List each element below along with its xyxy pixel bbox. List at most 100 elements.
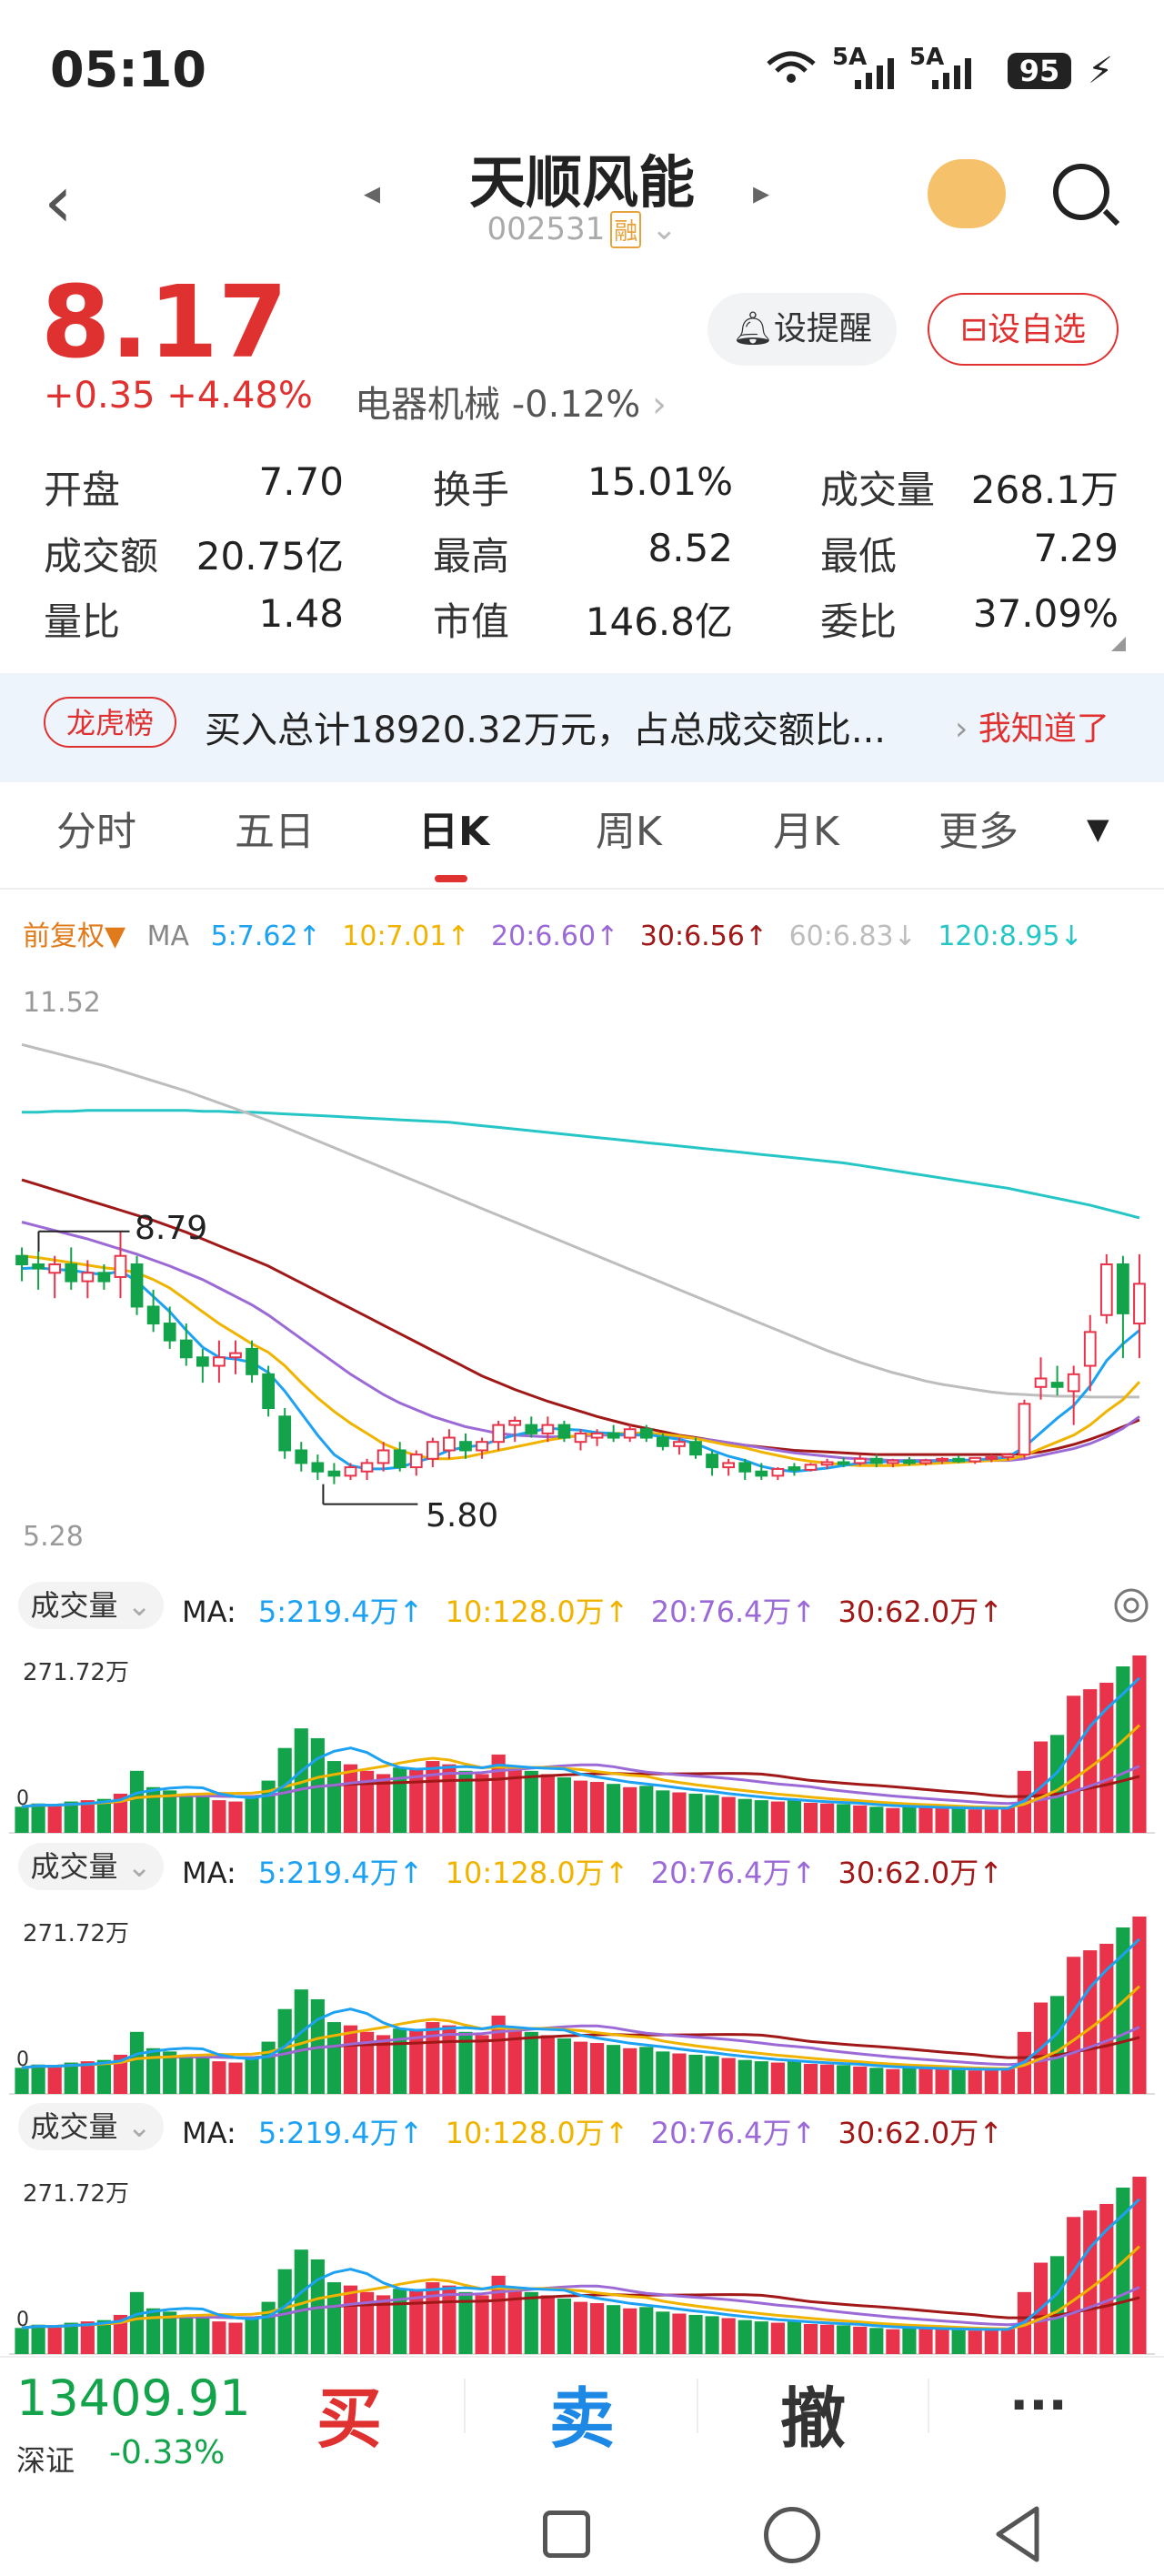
candle-body [985,1455,998,1460]
candle-body [1117,1263,1129,1314]
tab-weekly-k[interactable]: 周K [596,799,662,857]
candle-body [869,1457,883,1464]
volume-bar [80,1800,95,1833]
candle-body [525,1424,538,1434]
volume-bar [951,2329,966,2354]
stat-value: 7.29 [1033,526,1119,570]
add-watchlist-button[interactable]: ⊟设自选 [928,293,1119,366]
volume-bar [935,2329,949,2354]
status-time: 05:10 [50,41,206,98]
next-stock-icon[interactable]: ▸ [753,175,769,212]
vol-ma-label: MA: [182,1856,236,1890]
volume-bar [475,1774,489,1833]
volume-bar [47,2326,62,2354]
volume-chart[interactable] [0,2158,1164,2368]
tab-intraday[interactable]: 分时 [56,799,136,857]
vol-ma20: 20:76.4万↑ [650,1595,817,1629]
wifi-icon [764,47,818,84]
volume-chart[interactable] [0,1898,1164,2108]
more-menu-button[interactable]: ··· [1009,2376,1068,2435]
industry-link[interactable]: 电器机械 -0.12% › [355,375,667,428]
volume-chart[interactable] [0,1637,1164,1846]
ma60-value: 60:6.83↓ [788,921,917,952]
volume-selector[interactable]: 成交量 ⌄ [18,1843,164,1890]
volume-bar [819,2064,835,2094]
volume-bar [326,2022,342,2094]
home-icon[interactable] [764,2507,820,2563]
volume-bar [557,2298,572,2354]
candle-body [541,1424,555,1434]
chevron-down-icon: ⌄ [126,1588,152,1623]
vol-ma-label: MA: [182,2116,236,2150]
current-price: 8.17 [41,264,288,380]
dragon-tiger-banner[interactable]: 龙虎榜 买入总计18920.32万元，占总成交额比... › 我知道了 [0,673,1164,782]
dropdown-triangle-icon[interactable]: ▼ [1087,811,1109,846]
volume-bar [343,2025,358,2094]
cancel-order-button[interactable]: 撤 [780,2365,846,2460]
volume-bar [754,2061,768,2094]
low-annotation: 5.80 [426,1497,499,1535]
volume-bar [1000,1806,1015,1833]
mascot-avatar[interactable] [928,159,1006,228]
candle-body [623,1428,637,1439]
dismiss-button[interactable]: › 我知道了 [955,702,1109,750]
prev-stock-icon[interactable]: ◂ [364,175,380,212]
candle-body [344,1466,357,1477]
adjust-selector[interactable]: 前复权▼ [23,921,125,952]
candle-body [804,1464,818,1471]
system-nav-bar [0,2492,1164,2576]
high-annotation: 8.79 [135,1210,208,1247]
candle-body [196,1356,209,1367]
candle-body [887,1459,899,1464]
recents-icon[interactable] [543,2511,590,2558]
volume-bar [326,2282,342,2354]
volume-panel-header: 成交量 ⌄ MA: 5:219.4万↑ 10:128.0万↑ 20:76.4万↑… [0,1578,1164,1633]
stat-value: 7.70 [258,459,344,504]
candle-body [936,1457,948,1462]
buy-button[interactable]: 买 [316,2365,382,2460]
candle-body [1018,1403,1031,1456]
volume-bar [1116,1927,1130,2094]
chevron-down-icon: ⌄ [651,211,677,247]
tab-monthly-k[interactable]: 月K [773,799,839,857]
candle-body [689,1441,702,1456]
volume-bar [146,2308,161,2354]
divider [928,2379,929,2433]
volume-bar [426,1761,440,1833]
candle-body [508,1419,522,1426]
tab-more[interactable]: 更多 [938,799,1018,857]
ma-legend: 前复权▼ MA 5:7.62↑ 10:7.01↑ 20:6.60↑ 30:6.5… [23,913,1096,953]
expand-corner-icon[interactable] [1111,637,1126,651]
volume-bar [1083,2210,1098,2354]
candle-body [213,1356,226,1367]
stat-value: 1.48 [258,591,344,636]
volume-selector[interactable]: 成交量 ⌄ [18,2103,164,2150]
tab-daily-k[interactable]: 日K [418,799,489,857]
volume-bar [688,2054,703,2094]
stock-code-line[interactable]: 002531 融 ⌄ [400,211,764,248]
ma5-value: 5:7.62↑ [210,921,321,952]
stock-code: 002531 [487,211,606,247]
volume-bar [475,2295,489,2354]
vol-ma5: 5:219.4万↑ [257,2116,424,2150]
volume-selector-label: 成交量 [30,1588,118,1623]
candle-body [1099,1263,1113,1316]
volume-bar [557,1776,572,1833]
tab-five-day[interactable]: 五日 [235,799,315,857]
volume-bar [656,2051,670,2094]
back-nav-icon[interactable] [991,2505,1046,2567]
volume-bar [721,2318,736,2354]
search-icon[interactable] [1053,164,1109,220]
back-button[interactable]: ‹ [44,159,73,244]
volume-bar [738,2059,752,2094]
set-alert-button[interactable]: 🔔︎设提醒 [707,293,897,366]
candle-body [1133,1283,1146,1325]
settings-icon[interactable] [1111,1585,1151,1633]
volume-bar [15,2328,29,2354]
vol-ma30: 30:62.0万↑ [838,1856,1004,1890]
candle-body [590,1432,604,1439]
volume-selector[interactable]: 成交量 ⌄ [18,1582,164,1629]
vol-ma-label: MA: [182,1595,236,1629]
sell-button[interactable]: 卖 [549,2365,615,2460]
candlestick-chart[interactable] [0,973,1164,1565]
